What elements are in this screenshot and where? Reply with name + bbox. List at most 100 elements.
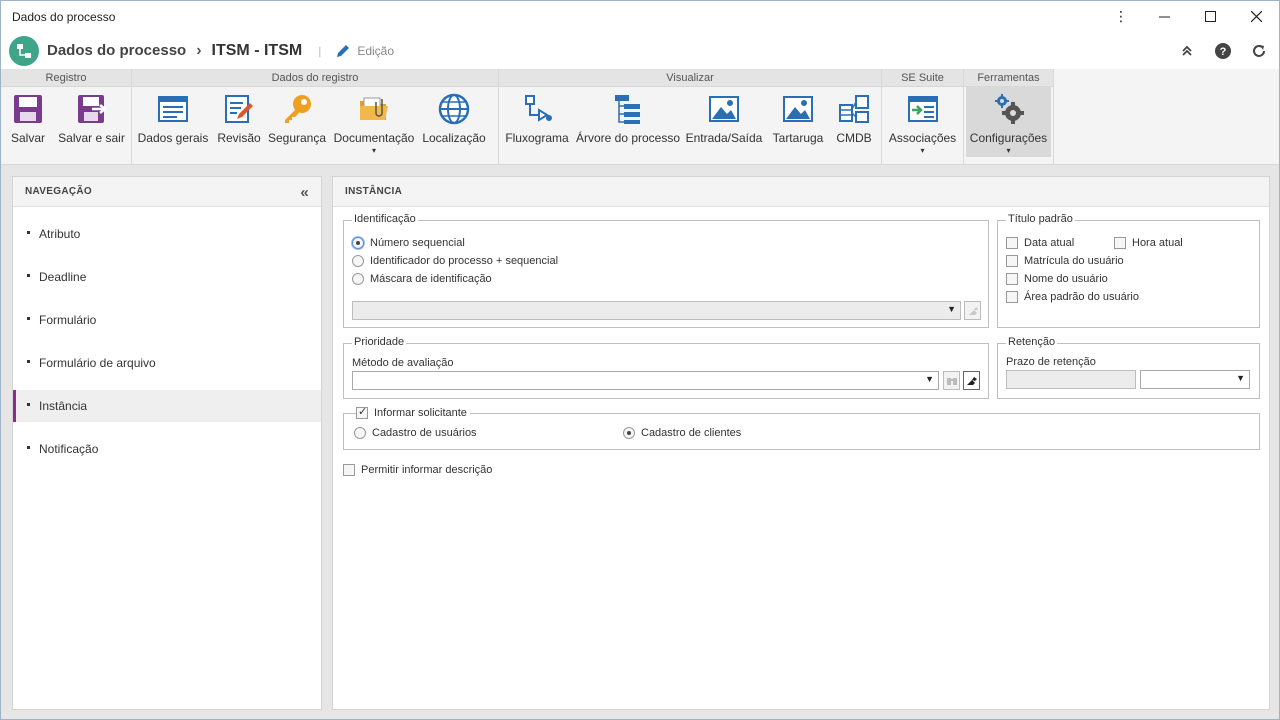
window-controls: ⋮ [1101,1,1279,32]
save-button[interactable]: Salvar [1,87,55,157]
help-icon[interactable]: ? [1211,39,1235,63]
checkbox-inform-requester[interactable]: Informar solicitante [356,405,470,419]
chevron-down-icon: ▼ [925,374,934,384]
radio-user-registry[interactable]: Cadastro de usuários [354,427,477,439]
turtle-label: Tartaruga [772,131,824,145]
bullet-icon [27,317,30,320]
retention-period-label: Prazo de retenção [1006,356,1096,368]
checkbox-indicator [1006,255,1018,267]
nav-item-instancia[interactable]: Instância [13,390,321,422]
save-and-exit-button[interactable]: Salvar e sair [55,87,128,157]
search-button[interactable] [943,371,960,390]
associations-button[interactable]: Associações ▾ [882,87,963,157]
general-data-button[interactable]: Dados gerais [132,87,214,157]
binoculars-icon [946,377,957,385]
checkbox-indicator [356,405,368,419]
eraser-button[interactable] [964,301,981,320]
nav-item-label: Atributo [39,227,81,241]
breadcrumb-separator: › [196,41,202,59]
input-output-label: Entrada/Saída [685,131,763,145]
save-label: Salvar [10,131,45,145]
chevron-down-icon: ▼ [947,304,956,314]
checkbox-user-registration[interactable]: Matrícula do usuário [1006,255,1124,267]
instance-title: INSTÂNCIA [345,186,403,197]
radio-indicator [352,255,364,267]
breadcrumb-parent[interactable]: Dados do processo [47,42,186,59]
close-icon[interactable] [1233,1,1279,32]
navigation-panel: NAVEGAÇÃO « Atributo Deadline Formulário… [12,176,322,710]
title-bar: Dados do processo ⋮ [1,1,1279,32]
location-button[interactable]: Localização [418,87,490,157]
nav-item-deadline[interactable]: Deadline [13,261,321,293]
requester-group: Informar solicitante Cadastro de usuário… [343,405,1260,450]
collapse-left-icon[interactable]: « [300,184,309,201]
radio-sequential-number[interactable]: Número sequencial [352,237,465,249]
refresh-icon[interactable] [1247,39,1271,63]
documentation-label: Documentação [333,131,415,145]
nav-item-label: Deadline [39,270,87,284]
radio-label: Máscara de identificação [370,273,492,285]
flowchart-icon [519,91,555,127]
turtle-button[interactable]: Tartaruga [767,87,829,157]
application-window: Dados do processo ⋮ Dados do processo › … [0,0,1280,720]
checkbox-user-default-area[interactable]: Área padrão do usuário [1006,291,1139,303]
eraser-icon [966,376,977,385]
ribbon-group-title: Visualizar [499,69,881,87]
priority-group: Prioridade Método de avaliação ▼ [343,336,989,399]
collapse-up-icon[interactable] [1175,39,1199,63]
evaluation-method-label: Método de avaliação [352,357,454,369]
radio-indicator [354,427,366,439]
page-title: ITSM - ITSM [211,41,303,59]
bullet-icon [27,360,30,363]
checkbox-label: Matrícula do usuário [1024,255,1124,267]
nav-item-formulario-arquivo[interactable]: Formulário de arquivo [13,347,321,379]
cmdb-button[interactable]: CMDB [829,87,879,157]
pencil-icon [335,43,351,59]
identification-mask-select[interactable]: ▼ [352,301,961,320]
header-actions: ? [1175,39,1271,63]
checkbox-indicator [1006,273,1018,285]
nav-item-notificacao[interactable]: Notificação [13,433,321,465]
settings-button[interactable]: Configurações ▾ [966,87,1051,157]
checkbox-user-name[interactable]: Nome do usuário [1006,273,1108,285]
retention-unit-select[interactable]: ▼ [1140,370,1250,389]
retention-group: Retenção Prazo de retenção ▼ [997,336,1260,399]
flowchart-label: Fluxograma [505,131,569,145]
window-title: Dados do processo [12,9,116,24]
radio-label: Cadastro de usuários [372,427,477,439]
radio-client-registry[interactable]: Cadastro de clientes [623,427,741,439]
evaluation-method-select[interactable]: ▼ [352,371,939,390]
checkbox-label: Área padrão do usuário [1024,291,1139,303]
input-output-button[interactable]: Entrada/Saída [681,87,767,157]
checkbox-allow-description[interactable]: Permitir informar descrição [343,464,492,476]
flowchart-button[interactable]: Fluxograma [499,87,575,157]
settings-label: Configurações [969,131,1048,145]
checkbox-label: Data atual [1024,237,1075,249]
ribbon-group-registro: Registro Salvar Salvar e sair [1,69,132,165]
mode-label: Edição [357,43,395,58]
ribbon-group-title: Dados do registro [132,69,498,87]
floppy-disk-icon [10,91,46,127]
maximize-icon[interactable] [1187,1,1233,32]
radio-process-identifier-sequential[interactable]: Identificador do processo + sequencial [352,255,558,267]
checkbox-current-date[interactable]: Data atual [1006,237,1074,249]
ribbon-group-title: SE Suite [882,69,963,87]
dropdown-caret-icon: ▾ [371,146,376,155]
nav-item-label: Formulário [39,313,97,327]
nav-item-atributo[interactable]: Atributo [13,218,321,250]
radio-identification-mask[interactable]: Máscara de identificação [352,273,492,285]
checkbox-current-time[interactable]: Hora atual [1114,237,1183,249]
documentation-button[interactable]: Documentação ▾ [330,87,418,157]
radio-indicator [352,273,364,285]
more-options-icon[interactable]: ⋮ [1101,1,1141,32]
nav-item-formulario[interactable]: Formulário [13,304,321,336]
process-tree-button[interactable]: Árvore do processo [575,87,681,157]
security-button[interactable]: Segurança [264,87,330,157]
revision-button[interactable]: Revisão [214,87,264,157]
eraser-button[interactable] [963,371,980,390]
process-tree-label: Árvore do processo [575,131,681,145]
minimize-icon[interactable] [1141,1,1187,32]
navigation-title: NAVEGAÇÃO [25,186,92,197]
checkbox-indicator [1006,291,1018,303]
retention-period-input[interactable] [1006,370,1136,389]
